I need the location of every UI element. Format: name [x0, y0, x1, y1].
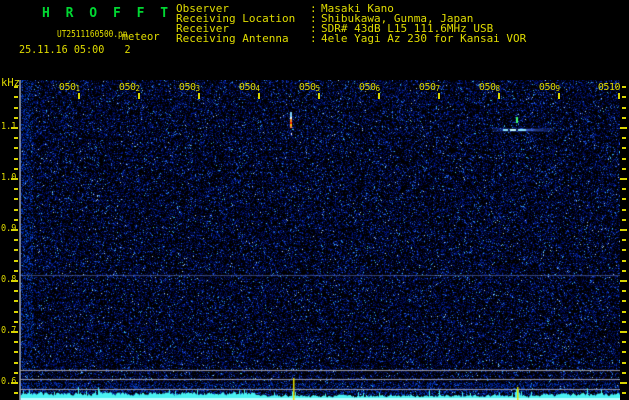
info-row-antenna: Receiving Antenna:4ele Yagi Az 230 for K…: [176, 32, 527, 45]
freq-tick-mark: [14, 158, 18, 160]
freq-tick-mark: [622, 290, 626, 292]
time-tick-mark: [78, 93, 80, 99]
freq-tick-mark: [14, 351, 18, 353]
freq-tick-mark: [14, 372, 18, 374]
freq-tick-mark: [622, 209, 626, 211]
spectrogram-canvas: [20, 80, 620, 400]
filename-line: UT2511160500.pnmeteor: [57, 28, 160, 43]
freq-tick-mark: [14, 311, 18, 313]
time-tick-label: 0510: [597, 82, 621, 93]
freq-tick-mark: [622, 158, 626, 160]
time-tick-mark: [558, 93, 560, 99]
freq-tick-mark: [622, 321, 626, 323]
freq-tick-mark: [14, 137, 18, 139]
freq-tick-mark: [622, 168, 626, 170]
freq-tick-mark: [14, 300, 18, 302]
time-tick-label: 0504: [238, 82, 260, 93]
datetime-line: 25.11.16 05:00 2: [19, 43, 131, 56]
time-tick-label: 0503: [178, 82, 200, 93]
freq-tick-mark: [14, 198, 18, 200]
freq-tick-mark: [14, 96, 18, 98]
time-tick-label: 0501: [58, 82, 80, 93]
freq-tick-mark: [14, 117, 18, 119]
freq-tick-mark: [622, 107, 626, 109]
freq-tick-mark: [622, 249, 626, 251]
info-value: 4ele Yagi Az 230 for Kansai VOR: [321, 32, 527, 45]
freq-tick-mark: [14, 209, 18, 211]
time-tick-mark: [198, 93, 200, 99]
freq-tick-mark: [14, 249, 18, 251]
freq-tick-mark: [14, 86, 18, 88]
app-title: H R O F F T: [42, 6, 173, 21]
freq-tick-mark: [622, 96, 626, 98]
freq-tick-mark: [14, 362, 18, 364]
left-axis-line: [19, 80, 21, 400]
freq-tick-mark: [14, 321, 18, 323]
time-tick-label: 0505: [298, 82, 320, 93]
freq-tick-mark: [14, 147, 18, 149]
freq-tick-mark: [14, 188, 18, 190]
time-tick-label: 0502: [118, 82, 140, 93]
freq-tick-mark: [620, 229, 627, 231]
freq-tick-mark: [11, 178, 18, 180]
time-tick-mark: [378, 93, 380, 99]
freq-tick-mark: [11, 382, 18, 384]
info-separator: :: [310, 32, 317, 45]
info-panel: Observer: Masaki Kano Receiving Location:…: [176, 3, 527, 45]
freq-tick-mark: [622, 137, 626, 139]
filename-overlay-label: meteor: [121, 31, 160, 43]
freq-tick-mark: [622, 219, 626, 221]
freq-tick-mark: [622, 300, 626, 302]
freq-tick-mark: [622, 341, 626, 343]
freq-tick-mark: [11, 331, 18, 333]
freq-tick-mark: [622, 117, 626, 119]
time-tick-mark: [498, 93, 500, 99]
freq-tick-mark: [11, 229, 18, 231]
freq-tick-mark: [620, 280, 627, 282]
freq-tick-mark: [622, 188, 626, 190]
datetime-label: 25.11.16 05:00: [19, 43, 105, 56]
freq-tick-mark: [622, 311, 626, 313]
freq-tick-mark: [14, 168, 18, 170]
time-tick-label: 0507: [418, 82, 440, 93]
freq-tick-mark: [14, 392, 18, 394]
time-tick-label: 0506: [358, 82, 380, 93]
freq-tick-mark: [620, 331, 627, 333]
freq-tick-mark: [622, 392, 626, 394]
time-tick-mark: [138, 93, 140, 99]
freq-tick-mark: [14, 290, 18, 292]
freq-tick-mark: [14, 260, 18, 262]
hrofft-window: H R O F F T UT2511160500.pnmeteor 25.11.…: [0, 0, 629, 400]
freq-tick-mark: [14, 239, 18, 241]
time-tick-mark: [438, 93, 440, 99]
filename-text: UT2511160500.pn: [57, 29, 128, 40]
freq-tick-mark: [14, 270, 18, 272]
freq-tick-mark: [622, 86, 626, 88]
info-label: Receiving Antenna: [176, 32, 289, 45]
time-tick-mark: [618, 93, 620, 99]
freq-tick-mark: [14, 219, 18, 221]
freq-tick-mark: [622, 198, 626, 200]
freq-tick-mark: [620, 127, 627, 129]
time-tick-mark: [318, 93, 320, 99]
time-tick-mark: [258, 93, 260, 99]
time-tick-label: 0508: [478, 82, 500, 93]
time-tick-label: 0509: [538, 82, 560, 93]
freq-tick-mark: [622, 239, 626, 241]
freq-tick-mark: [11, 280, 18, 282]
freq-tick-mark: [14, 341, 18, 343]
freq-tick-mark: [622, 260, 626, 262]
freq-tick-mark: [620, 178, 627, 180]
freq-tick-mark: [622, 351, 626, 353]
freq-tick-mark: [620, 382, 627, 384]
freq-tick-mark: [11, 127, 18, 129]
freq-tick-mark: [622, 362, 626, 364]
freq-tick-mark: [622, 147, 626, 149]
freq-tick-mark: [622, 270, 626, 272]
freq-tick-mark: [622, 372, 626, 374]
meteor-count: 2: [124, 43, 131, 56]
freq-tick-mark: [14, 107, 18, 109]
